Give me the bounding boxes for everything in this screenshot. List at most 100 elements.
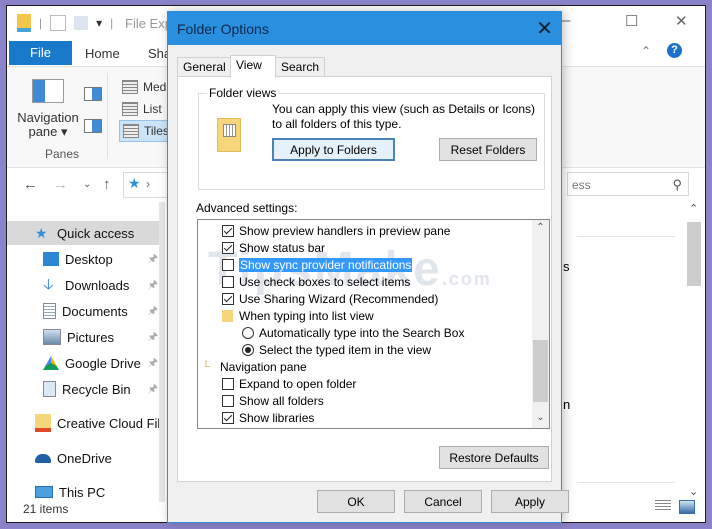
setting-use-check-boxes[interactable]: Use check boxes to select items bbox=[222, 273, 410, 290]
setting-show-libraries[interactable]: Show libraries bbox=[222, 409, 314, 426]
cancel-button[interactable]: Cancel bbox=[404, 490, 482, 513]
restore-defaults-button[interactable]: Restore Defaults bbox=[439, 446, 549, 469]
tab-home[interactable]: Home bbox=[85, 46, 120, 61]
sidebar-item-this-pc[interactable]: This PC bbox=[7, 480, 162, 504]
view-switcher bbox=[655, 500, 695, 514]
pin-icon[interactable]: 🖈 bbox=[148, 354, 158, 373]
pin-icon[interactable]: 🖈 bbox=[148, 250, 158, 269]
setting-show-status-bar[interactable]: Show status bar bbox=[222, 239, 325, 256]
navigation-pane-button[interactable]: Navigation pane ▾ bbox=[13, 77, 83, 139]
setting-use-sharing-wizard[interactable]: Use Sharing Wizard (Recommended) bbox=[222, 290, 438, 307]
back-button[interactable]: ← bbox=[23, 176, 38, 193]
scrollbar-thumb[interactable] bbox=[687, 222, 701, 286]
sidebar-item-pictures[interactable]: Pictures 🖈 bbox=[7, 325, 162, 349]
new-folder-icon[interactable] bbox=[74, 16, 89, 30]
help-icon[interactable]: ? bbox=[667, 43, 682, 58]
content-divider bbox=[577, 236, 675, 237]
checkbox[interactable] bbox=[222, 411, 234, 424]
tiles-icon bbox=[123, 124, 139, 138]
sidebar-item-creative-cloud[interactable]: Creative Cloud Fil bbox=[7, 411, 162, 435]
separator: | bbox=[39, 16, 43, 30]
folder-options-dialog: Folder Options ✕ General View Search Fol… bbox=[167, 11, 569, 523]
large-icons-view-icon[interactable] bbox=[679, 500, 695, 514]
sidebar-item-onedrive[interactable]: OneDrive bbox=[7, 446, 162, 470]
panes-group-label: Panes bbox=[45, 147, 80, 161]
folder-icon[interactable] bbox=[17, 14, 31, 32]
ok-button[interactable]: OK bbox=[317, 490, 395, 513]
folder-views-group: Folder views You can apply this view (su… bbox=[198, 86, 545, 190]
checkbox[interactable] bbox=[222, 275, 234, 288]
scroll-down-icon[interactable]: ⌄ bbox=[689, 485, 698, 498]
maximize-button[interactable]: ☐ bbox=[625, 12, 638, 30]
tab-view[interactable]: View bbox=[230, 55, 276, 78]
apply-to-folders-button[interactable]: Apply to Folders bbox=[272, 138, 395, 161]
chevron-right-icon: › bbox=[146, 177, 150, 191]
setting-show-all-folders[interactable]: Show all folders bbox=[222, 392, 324, 409]
layout-list[interactable]: List bbox=[119, 99, 165, 119]
up-button[interactable]: ↑ bbox=[103, 176, 111, 193]
search-input[interactable]: ess ⚲ bbox=[567, 172, 689, 196]
tab-general[interactable]: General bbox=[177, 57, 232, 77]
radio-button[interactable] bbox=[242, 326, 254, 339]
radio-button[interactable] bbox=[242, 343, 254, 356]
sidebar-item-desktop[interactable]: Desktop 🖈 bbox=[7, 247, 162, 271]
checkbox[interactable] bbox=[222, 241, 234, 254]
pin-icon[interactable]: 🖈 bbox=[148, 380, 158, 399]
ribbon-collapse-icon[interactable]: ⌃ bbox=[641, 44, 651, 58]
scroll-up-icon[interactable]: ⌃ bbox=[689, 202, 698, 215]
content-text-fragment: n bbox=[563, 397, 571, 412]
properties-icon[interactable] bbox=[50, 15, 67, 31]
checkbox[interactable] bbox=[222, 377, 234, 390]
pin-icon[interactable]: 🖈 bbox=[148, 302, 158, 321]
layout-medium-icons[interactable]: Med bbox=[119, 77, 169, 97]
apply-button[interactable]: Apply bbox=[491, 490, 569, 513]
close-button[interactable]: ✕ bbox=[675, 12, 688, 30]
folder-views-label: Folder views bbox=[207, 86, 279, 100]
scrollbar-thumb[interactable] bbox=[533, 340, 548, 402]
content-scrollbar[interactable]: ⌃ ⌄ bbox=[687, 202, 701, 502]
sidebar-item-documents[interactable]: Documents 🖈 bbox=[7, 299, 162, 323]
pin-icon[interactable]: 🖈 bbox=[148, 328, 158, 347]
view-tab-panel: Folder views You can apply this view (su… bbox=[177, 76, 552, 482]
content-text-fragment: s bbox=[563, 259, 570, 274]
scroll-up-icon[interactable]: ⌃ bbox=[532, 222, 549, 233]
reset-folders-button[interactable]: Reset Folders bbox=[439, 138, 537, 161]
sidebar-item-google-drive[interactable]: Google Drive 🖈 bbox=[7, 351, 162, 375]
details-pane-icon[interactable] bbox=[84, 119, 102, 133]
sidebar-scrollbar[interactable] bbox=[159, 202, 165, 502]
setting-select-typed-item[interactable]: Select the typed item in the view bbox=[242, 341, 431, 358]
preview-pane-icon[interactable] bbox=[84, 87, 102, 101]
recycle-bin-icon bbox=[43, 381, 56, 397]
setting-expand-to-open-folder[interactable]: Expand to open folder bbox=[222, 375, 356, 392]
customize-toolbar-icon[interactable]: ▾ bbox=[96, 16, 102, 30]
pictures-icon bbox=[43, 329, 61, 345]
advanced-settings-list[interactable]: TipsMake.com Show preview handlers in pr… bbox=[197, 219, 550, 429]
status-bar-item-count: 21 items bbox=[23, 502, 69, 516]
sidebar-item-downloads[interactable]: 🡣 Downloads 🖈 bbox=[7, 273, 162, 297]
sidebar-item-quick-access[interactable]: ★ Quick access bbox=[7, 221, 162, 245]
minimize-button[interactable]: – bbox=[562, 12, 570, 29]
layout-tiles[interactable]: Tiles bbox=[119, 120, 173, 142]
settings-scrollbar[interactable]: ⌃ ⌄ bbox=[532, 220, 549, 428]
checkbox[interactable] bbox=[222, 258, 234, 271]
setting-show-preview-handlers[interactable]: Show preview handlers in preview pane bbox=[222, 222, 450, 239]
navigation-pane: ★ Quick access Desktop 🖈 🡣 Downloads 🖈 Docum… bbox=[7, 216, 162, 511]
setting-auto-type-search-box[interactable]: Automatically type into the Search Box bbox=[242, 324, 464, 341]
forward-button[interactable]: → bbox=[53, 176, 68, 193]
tab-search[interactable]: Search bbox=[275, 57, 326, 77]
details-view-icon[interactable] bbox=[655, 500, 671, 512]
dialog-title: Folder Options bbox=[177, 21, 269, 37]
checkbox[interactable] bbox=[222, 292, 234, 305]
search-icon[interactable]: ⚲ bbox=[672, 173, 682, 197]
dialog-close-button[interactable]: ✕ bbox=[536, 16, 553, 41]
scroll-down-icon[interactable]: ⌄ bbox=[532, 412, 549, 423]
recent-locations-button[interactable]: ⌄ bbox=[83, 179, 91, 190]
checkbox[interactable] bbox=[222, 394, 234, 407]
setting-show-sync-provider-notifications[interactable]: Show sync provider notifications bbox=[222, 256, 413, 273]
sidebar-item-recycle-bin[interactable]: Recycle Bin 🖈 bbox=[7, 377, 162, 401]
address-box[interactable]: ★ › bbox=[123, 172, 170, 198]
pin-icon[interactable]: 🖈 bbox=[148, 276, 158, 295]
tab-file[interactable]: File bbox=[9, 41, 72, 65]
checkbox[interactable] bbox=[222, 224, 234, 237]
document-icon bbox=[43, 303, 56, 319]
